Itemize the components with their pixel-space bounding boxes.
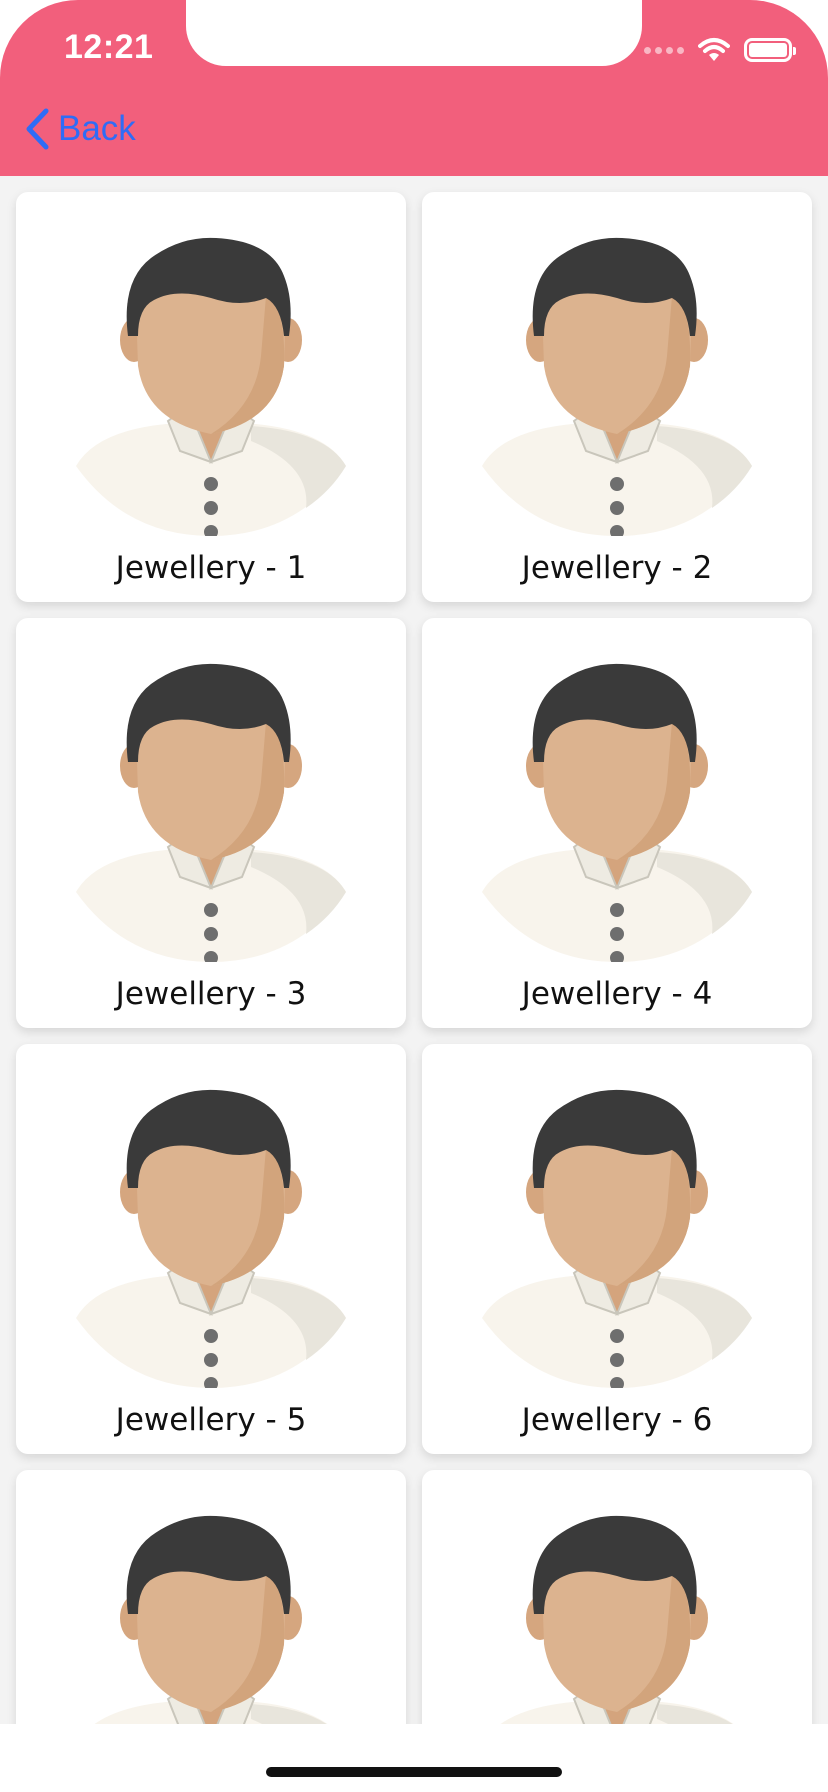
avatar-icon — [76, 237, 346, 536]
item-card-3[interactable]: Jewellery - 3 — [16, 618, 406, 1028]
item-card-7[interactable] — [16, 1470, 406, 1724]
item-label: Jewellery - 3 — [115, 976, 307, 1012]
item-card-6[interactable]: Jewellery - 6 — [422, 1044, 812, 1454]
battery-level — [749, 43, 787, 57]
back-button[interactable]: Back — [24, 108, 136, 150]
item-label: Jewellery - 4 — [521, 976, 713, 1012]
item-grid: Jewellery - 1 Jewellery - 2 Jewellery - … — [16, 192, 812, 1724]
avatar-icon — [482, 237, 752, 536]
item-label: Jewellery - 1 — [115, 550, 307, 586]
avatar-icon — [500, 1515, 734, 1724]
item-card-5[interactable]: Jewellery - 5 — [16, 1044, 406, 1454]
chevron-left-icon — [26, 108, 49, 150]
bottom-safe-area — [0, 1724, 828, 1792]
item-label: Jewellery - 5 — [115, 1402, 307, 1438]
avatar-icon — [482, 663, 752, 962]
item-label: Jewellery - 6 — [521, 1402, 713, 1438]
item-label: Jewellery - 2 — [521, 550, 713, 586]
avatar-icon — [482, 1089, 752, 1388]
item-card-4[interactable]: Jewellery - 4 — [422, 618, 812, 1028]
status-time: 12:21 — [64, 28, 154, 66]
avatar-icon — [76, 663, 346, 962]
item-card-1[interactable]: Jewellery - 1 — [16, 192, 406, 602]
avatar-icon — [76, 1089, 346, 1388]
signal-icon — [644, 46, 684, 54]
wifi-icon — [698, 38, 730, 61]
status-icons — [644, 36, 796, 64]
header: 12:21 Back — [0, 0, 828, 176]
app-screen: 12:21 Back Jewellery - 1 Jewellery - 2 J… — [0, 0, 828, 1792]
device-notch — [186, 0, 642, 66]
item-card-8[interactable] — [422, 1470, 812, 1724]
battery-icon — [744, 38, 796, 62]
item-grid-container: Jewellery - 1 Jewellery - 2 Jewellery - … — [0, 176, 828, 1724]
avatar-icon — [94, 1515, 328, 1724]
home-indicator[interactable] — [266, 1767, 562, 1777]
back-label: Back — [58, 109, 136, 148]
item-card-2[interactable]: Jewellery - 2 — [422, 192, 812, 602]
